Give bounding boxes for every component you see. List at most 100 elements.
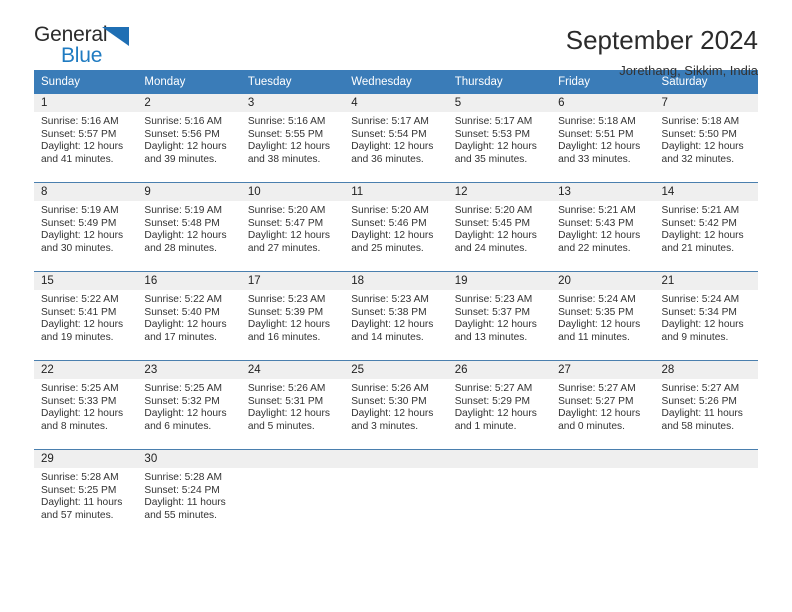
sunrise-text: Sunrise: 5:25 AM [144, 383, 223, 394]
daylight-text-line2: and 30 minutes. [41, 242, 114, 254]
day-cell[interactable]: 29 Sunrise: 5:28 AM Sunset: 5:25 PM Dayligh… [34, 449, 138, 538]
sunset-text: Sunset: 5:46 PM [351, 217, 427, 229]
sunset-text: Sunset: 5:30 PM [351, 395, 427, 407]
day-cell[interactable]: 8 Sunrise: 5:19 AM Sunset: 5:49 PM Daylight… [34, 182, 138, 272]
sunrise-text: Sunrise: 5:17 AM [454, 116, 533, 127]
sunrise-text: Sunrise: 5:17 AM [351, 116, 429, 127]
sunset-text: Sunset: 5:34 PM [661, 306, 737, 318]
day-cell[interactable]: 22 Sunrise: 5:25 AM Sunset: 5:33 PM Dayligh… [34, 360, 138, 450]
day-cell[interactable]: 20 Sunrise: 5:24 AM Sunset: 5:35 PM Dayligh… [551, 271, 655, 361]
week-row: 22 Sunrise: 5:25 AM Sunset: 5:33 PM Dayligh… [34, 360, 758, 450]
daylight-text-line2: and 13 minutes. [454, 331, 528, 343]
daylight-text-line1: Daylight: 12 hours [454, 141, 537, 153]
sunrise-text: Sunrise: 5:25 AM [41, 383, 119, 394]
day-number: 6 [551, 94, 655, 112]
day-details: Sunrise: 5:20 AM Sunset: 5:46 PM Daylight:… [344, 201, 447, 255]
daylight-text-line2: and 19 minutes. [41, 331, 114, 343]
day-number: 5 [447, 94, 552, 112]
day-details: Sunrise: 5:19 AM Sunset: 5:49 PM Daylight:… [34, 201, 137, 255]
day-details: Sunrise: 5:22 AM Sunset: 5:41 PM Daylight:… [34, 290, 137, 344]
day-cell-empty [447, 449, 552, 538]
day-number: 24 [240, 361, 345, 379]
day-cell[interactable]: 13 Sunrise: 5:21 AM Sunset: 5:43 PM Dayligh… [551, 182, 655, 272]
day-cell[interactable]: 15 Sunrise: 5:22 AM Sunset: 5:41 PM Dayligh… [34, 271, 138, 361]
day-number: 9 [137, 183, 241, 201]
calendar-page: General Blue September 2024 Jorethang, S… [0, 0, 792, 612]
week-row: 15 Sunrise: 5:22 AM Sunset: 5:41 PM Dayligh… [34, 271, 758, 361]
sunrise-text: Sunrise: 5:23 AM [454, 294, 533, 305]
day-number: 10 [240, 183, 345, 201]
sunset-text: Sunset: 5:33 PM [41, 395, 117, 407]
day-cell[interactable]: 25 Sunrise: 5:26 AM Sunset: 5:30 PM Dayligh… [344, 360, 448, 450]
day-cell[interactable]: 3 Sunrise: 5:16 AM Sunset: 5:55 PM Daylight… [240, 94, 345, 183]
day-cell[interactable]: 6 Sunrise: 5:18 AM Sunset: 5:51 PM Daylight… [551, 94, 655, 183]
daylight-text-line1: Daylight: 12 hours [454, 230, 537, 242]
day-cell[interactable]: 27 Sunrise: 5:27 AM Sunset: 5:27 PM Dayligh… [551, 360, 655, 450]
day-details: Sunrise: 5:20 AM Sunset: 5:47 PM Daylight:… [241, 201, 344, 255]
brand-logo[interactable]: General Blue [34, 24, 146, 72]
day-number: 13 [551, 183, 655, 201]
day-details: Sunrise: 5:27 AM Sunset: 5:27 PM Daylight:… [551, 379, 654, 433]
day-cell[interactable]: 10 Sunrise: 5:20 AM Sunset: 5:47 PM Dayligh… [240, 182, 345, 272]
sunset-text: Sunset: 5:56 PM [144, 128, 220, 140]
day-cell[interactable]: 14 Sunrise: 5:21 AM Sunset: 5:42 PM Dayligh… [654, 182, 758, 272]
day-cell[interactable]: 23 Sunrise: 5:25 AM Sunset: 5:32 PM Dayligh… [137, 360, 241, 450]
day-cell[interactable]: 28 Sunrise: 5:27 AM Sunset: 5:26 PM Dayligh… [654, 360, 758, 450]
daylight-text-line1: Daylight: 12 hours [661, 141, 744, 153]
day-number [240, 450, 345, 468]
daylight-text-line2: and 36 minutes. [351, 153, 424, 165]
day-cell[interactable]: 1 Sunrise: 5:16 AM Sunset: 5:57 PM Daylight… [34, 94, 138, 183]
daylight-text-line1: Daylight: 12 hours [661, 319, 744, 331]
day-cell[interactable]: 30 Sunrise: 5:28 AM Sunset: 5:24 PM Dayligh… [137, 449, 241, 538]
sunrise-text: Sunrise: 5:16 AM [144, 116, 223, 127]
day-cell[interactable]: 5 Sunrise: 5:17 AM Sunset: 5:53 PM Daylight… [447, 94, 552, 183]
sunset-text: Sunset: 5:50 PM [661, 128, 737, 140]
day-details: Sunrise: 5:16 AM Sunset: 5:55 PM Daylight:… [241, 112, 344, 166]
logo-text-blue: Blue [61, 44, 103, 67]
day-details: Sunrise: 5:27 AM Sunset: 5:26 PM Daylight:… [655, 379, 758, 433]
day-number: 19 [447, 272, 552, 290]
day-number: 29 [34, 450, 138, 468]
daylight-text-line1: Daylight: 12 hours [41, 319, 124, 331]
day-cell[interactable]: 16 Sunrise: 5:22 AM Sunset: 5:40 PM Dayligh… [137, 271, 241, 361]
day-cell[interactable]: 24 Sunrise: 5:26 AM Sunset: 5:31 PM Dayligh… [240, 360, 345, 450]
day-details: Sunrise: 5:28 AM Sunset: 5:24 PM Daylight:… [137, 468, 240, 522]
daylight-text-line1: Daylight: 12 hours [558, 141, 641, 153]
weekday-header-wednesday: Wednesday [344, 70, 448, 94]
day-cell[interactable]: 4 Sunrise: 5:17 AM Sunset: 5:54 PM Daylight… [344, 94, 448, 183]
day-details: Sunrise: 5:23 AM Sunset: 5:38 PM Daylight:… [344, 290, 447, 344]
day-details: Sunrise: 5:20 AM Sunset: 5:45 PM Daylight:… [448, 201, 551, 255]
title-block: September 2024 Jorethang, Sikkim, India [566, 24, 758, 78]
day-number: 16 [137, 272, 241, 290]
day-number: 2 [137, 94, 241, 112]
page-header: General Blue September 2024 Jorethang, S… [34, 0, 758, 78]
sunrise-text: Sunrise: 5:21 AM [558, 205, 636, 216]
daylight-text-line2: and 16 minutes. [247, 331, 321, 343]
sunset-text: Sunset: 5:35 PM [558, 306, 634, 318]
day-cell[interactable]: 7 Sunrise: 5:18 AM Sunset: 5:50 PM Daylight… [654, 94, 758, 183]
day-cell[interactable]: 21 Sunrise: 5:24 AM Sunset: 5:34 PM Dayligh… [654, 271, 758, 361]
day-cell[interactable]: 11 Sunrise: 5:20 AM Sunset: 5:46 PM Dayligh… [344, 182, 448, 272]
sunset-text: Sunset: 5:27 PM [558, 395, 634, 407]
day-details: Sunrise: 5:27 AM Sunset: 5:29 PM Daylight:… [448, 379, 551, 433]
daylight-text-line2: and 21 minutes. [661, 242, 735, 254]
day-cell[interactable]: 9 Sunrise: 5:19 AM Sunset: 5:48 PM Daylight… [137, 182, 241, 272]
day-details: Sunrise: 5:16 AM Sunset: 5:56 PM Daylight:… [137, 112, 240, 166]
daylight-text-line1: Daylight: 12 hours [247, 141, 330, 153]
day-cell[interactable]: 19 Sunrise: 5:23 AM Sunset: 5:37 PM Dayligh… [447, 271, 552, 361]
day-cell[interactable]: 12 Sunrise: 5:20 AM Sunset: 5:45 PM Dayligh… [447, 182, 552, 272]
day-cell[interactable]: 26 Sunrise: 5:27 AM Sunset: 5:29 PM Dayligh… [447, 360, 552, 450]
week-row: 8 Sunrise: 5:19 AM Sunset: 5:49 PM Daylight… [34, 182, 758, 272]
day-cell[interactable]: 17 Sunrise: 5:23 AM Sunset: 5:39 PM Dayligh… [240, 271, 345, 361]
day-number: 20 [551, 272, 655, 290]
day-cell[interactable]: 2 Sunrise: 5:16 AM Sunset: 5:56 PM Daylight… [137, 94, 241, 183]
sunrise-text: Sunrise: 5:18 AM [558, 116, 636, 127]
day-details: Sunrise: 5:21 AM Sunset: 5:43 PM Daylight:… [551, 201, 654, 255]
daylight-text-line1: Daylight: 11 hours [41, 497, 123, 509]
day-cell[interactable]: 18 Sunrise: 5:23 AM Sunset: 5:38 PM Dayligh… [344, 271, 448, 361]
sunset-text: Sunset: 5:41 PM [41, 306, 117, 318]
daylight-text-line2: and 35 minutes. [454, 153, 528, 165]
sunrise-text: Sunrise: 5:21 AM [661, 205, 740, 216]
daylight-text-line1: Daylight: 12 hours [454, 408, 537, 420]
daylight-text-line1: Daylight: 12 hours [144, 141, 227, 153]
